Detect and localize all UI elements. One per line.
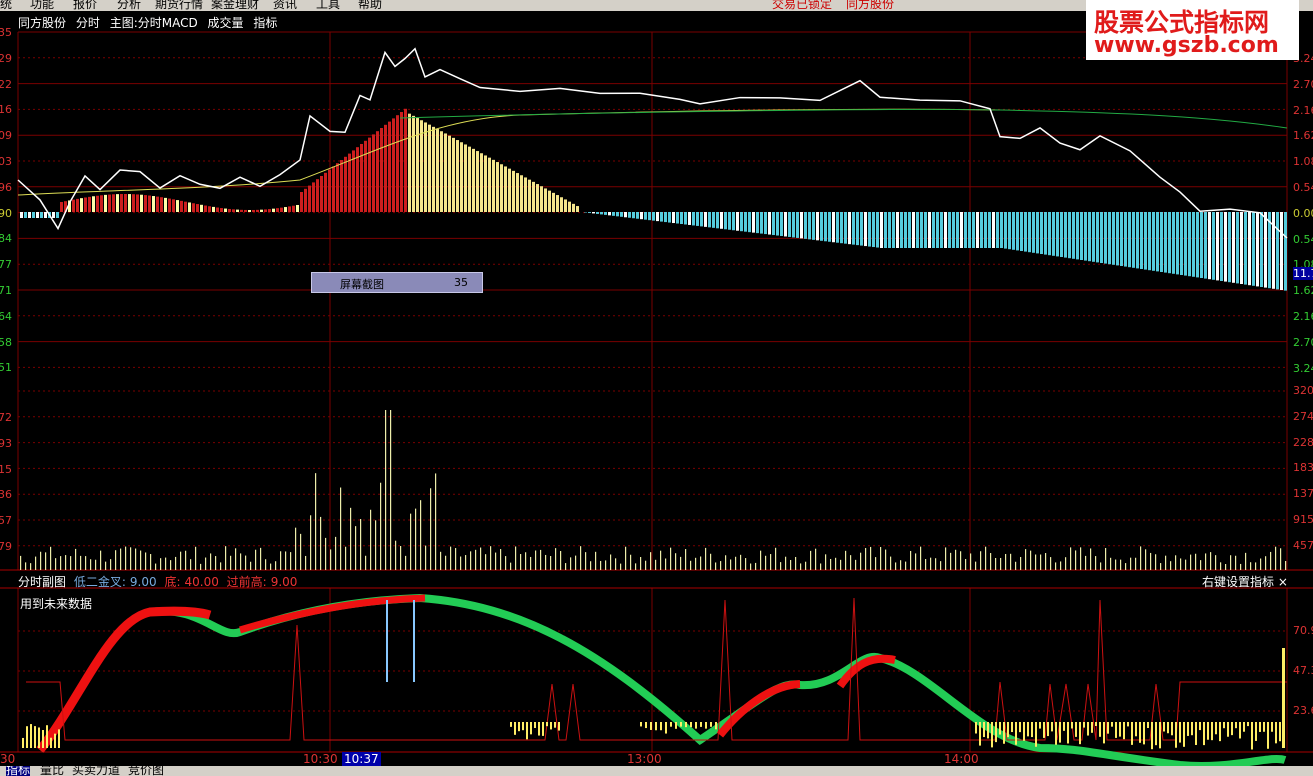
status-stock: 同方股份	[846, 0, 895, 11]
sub-chart-indicator	[22, 593, 1287, 766]
left-volume-tick: 57	[0, 514, 12, 528]
future-data-note: 用到未来数据	[20, 597, 93, 611]
time-label-1400: 14:00	[944, 752, 979, 766]
right-volume-tick: 183	[1293, 461, 1313, 475]
sub-chart-title[interactable]: 分时副图	[18, 575, 66, 589]
right-price-tick: 2.70	[1293, 335, 1313, 349]
right-price-tick: 1.08	[1293, 155, 1313, 169]
legend-key-3: 过前高:	[226, 575, 267, 589]
menu-item-tools[interactable]: 工具	[316, 0, 340, 11]
left-price-tick: 71	[0, 284, 12, 297]
legend-val-2: 40.00	[184, 575, 219, 589]
intraday-chart[interactable]	[0, 11, 1313, 766]
tab-volume-ratio[interactable]: 量比	[40, 766, 64, 776]
time-label-1030: 10:30	[303, 752, 338, 766]
legend-key-1: 低二金叉:	[73, 575, 126, 589]
left-volume-tick: 79	[0, 540, 12, 553]
main-chart-label[interactable]: 主图:分时MACD	[110, 16, 198, 30]
time-label-1300: 13:00	[627, 752, 662, 766]
left-price-tick: 22	[0, 77, 12, 91]
right-volume-tick: 228	[1293, 435, 1313, 449]
legend-key-2: 底:	[164, 575, 181, 589]
right-volume-tick: 457	[1293, 538, 1313, 552]
right-volume-tick: 320	[1293, 384, 1313, 397]
menu-item-finance[interactable]: 案金理财	[211, 0, 259, 11]
menu-item-futures[interactable]: 期货行情	[155, 0, 203, 11]
right-price-tick: 2.16	[1293, 103, 1313, 117]
lock-status: 交易已锁定	[772, 0, 833, 11]
left-price-tick: 16	[0, 103, 12, 117]
right-price-tick: 1.62	[1293, 284, 1313, 298]
right-sub-tick: 47.3	[1293, 664, 1313, 677]
left-price-tick: 58	[0, 335, 12, 349]
left-price-tick: 51	[0, 361, 12, 375]
sub-chart-legend: 分时副图 低二金叉: 9.00 底: 40.00 过前高: 9.00	[18, 573, 301, 590]
right-volume-tick: 274	[1293, 409, 1313, 423]
chart-header: 同方股份 分时 主图:分时MACD 成交量 指标	[18, 14, 283, 31]
menu-item-analysis[interactable]: 分析	[117, 0, 141, 11]
bottom-tab-bar: 指标 量比 买卖力道 竞价图	[0, 766, 1313, 776]
right-price-tick: 0.00	[1293, 206, 1313, 220]
tab-buy-sell-force[interactable]: 买卖力道	[72, 766, 120, 776]
right-price-tick: 3.24	[1293, 361, 1313, 375]
screenshot-tooltip: 屏幕截图 35	[311, 272, 483, 293]
left-price-tick: 64	[0, 309, 12, 323]
right-price-tick: 2.16	[1293, 310, 1313, 323]
left-price-tick: 29	[0, 51, 12, 65]
menu-item-news[interactable]: 资讯	[273, 0, 297, 11]
watermark-line2: www.gszb.com	[1094, 33, 1279, 58]
menu-item-quote[interactable]: 报价	[73, 0, 97, 11]
right-price-tick: 2.70	[1293, 77, 1313, 91]
tab-indicator[interactable]: 指标	[6, 766, 31, 776]
macd-bars	[20, 108, 1287, 291]
left-price-tick: 77	[0, 258, 12, 272]
menu-item-system[interactable]: 统	[0, 0, 12, 11]
time-cursor-label: 10:37	[342, 752, 381, 766]
left-volume-tick: 93	[0, 436, 12, 450]
tooltip-label: 屏幕截图	[340, 278, 384, 291]
right-price-tick: 1.62	[1293, 129, 1313, 143]
stock-name[interactable]: 同方股份	[18, 16, 66, 30]
left-price-tick: 03	[0, 155, 12, 168]
right-sub-tick: 70.9	[1293, 624, 1313, 637]
tab-auction-chart[interactable]: 竞价图	[128, 766, 164, 776]
left-volume-tick: 36	[0, 488, 12, 502]
time-label-start: 30	[0, 752, 16, 766]
site-watermark: 股票公式指标网 www.gszb.com	[1086, 0, 1299, 60]
right-price-tick: 0.54	[1293, 232, 1313, 246]
indicator-settings-hint[interactable]: 右键设置指标 ×	[1202, 573, 1288, 590]
volume-label[interactable]: 成交量	[208, 16, 244, 30]
legend-val-3: 9.00	[270, 575, 298, 589]
left-price-tick: 35	[0, 26, 12, 39]
period-label[interactable]: 分时	[76, 16, 100, 30]
left-price-tick: 84	[0, 232, 12, 246]
left-price-tick: 09	[0, 129, 12, 143]
right-volume-tick: 137	[1293, 487, 1313, 501]
right-sub-tick: 23.6	[1293, 704, 1313, 717]
menu-item-help[interactable]: 帮助	[358, 0, 382, 11]
right-volume-tick: 915	[1293, 513, 1313, 526]
left-volume-tick: 72	[0, 411, 12, 424]
indicator-label[interactable]: 指标	[253, 16, 277, 30]
macd-dea-line	[399, 108, 1288, 129]
menu-item-function[interactable]: 功能	[30, 0, 54, 11]
left-price-tick: 96	[0, 180, 12, 194]
left-volume-tick: 15	[0, 462, 12, 476]
left-price-tick: 90	[0, 206, 12, 220]
tooltip-value: 35	[454, 276, 468, 289]
right-price-tick: 0.54	[1293, 181, 1313, 194]
chart-grid	[0, 31, 1313, 753]
legend-val-1: 9.00	[129, 575, 157, 589]
price-cursor-value: 11.7	[1293, 267, 1313, 280]
